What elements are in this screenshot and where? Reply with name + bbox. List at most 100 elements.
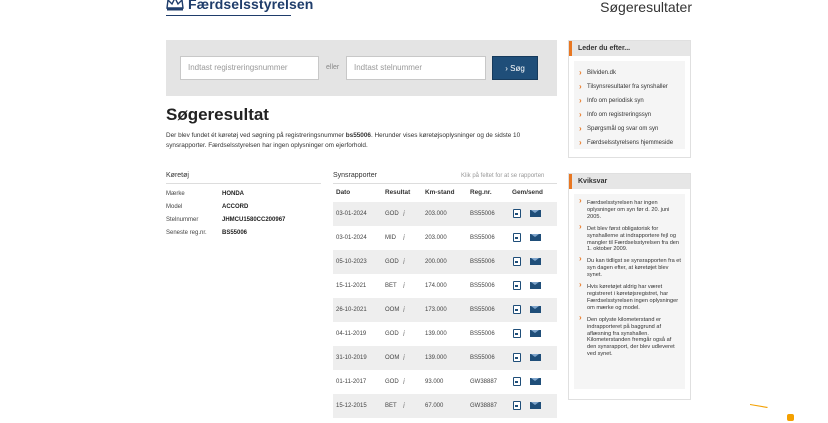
info-icon[interactable]: i — [403, 305, 405, 314]
info-icon[interactable]: i — [403, 209, 405, 218]
info-icon[interactable]: i — [403, 257, 405, 266]
report-reg: GW38887 — [470, 379, 498, 385]
send-email-icon[interactable] — [530, 210, 541, 217]
report-reg: BS55006 — [470, 283, 495, 289]
save-document-icon[interactable] — [513, 281, 521, 290]
vehicle-value: JHMCU1580CC200967 — [222, 217, 286, 223]
report-row[interactable]: 31-10-2019 OOM i 139.000 BS55006 — [333, 346, 557, 370]
save-document-icon[interactable] — [513, 257, 521, 266]
report-date: 03-01-2024 — [336, 235, 367, 241]
page-heading: Søgeresultater — [600, 0, 692, 15]
save-document-icon[interactable] — [513, 233, 521, 242]
info-icon[interactable]: i — [403, 329, 405, 338]
col-date: Dato — [336, 189, 351, 196]
logo-underline — [166, 15, 291, 16]
reports-table-header: Dato Resultat Km-stand Reg.nr. Gem/send — [333, 187, 557, 200]
save-document-icon[interactable] — [513, 353, 521, 362]
report-row[interactable]: 15-11-2021 BET i 174.000 BS55006 — [333, 274, 557, 298]
looking-for-links: Bilviden.dk Tilsynsresultater fra synsha… — [574, 61, 685, 149]
send-email-icon[interactable] — [530, 258, 541, 265]
send-email-icon[interactable] — [530, 306, 541, 313]
site-header: Færdselsstyrelsen Søgeresultater — [0, 0, 828, 22]
col-result: Resultat — [385, 189, 411, 196]
info-icon[interactable]: i — [403, 401, 405, 410]
sidebar-link-periodic-inspection[interactable]: Info om periodisk syn — [578, 95, 681, 109]
or-label: eller — [326, 64, 340, 71]
report-km: 139.000 — [425, 331, 447, 337]
vehicle-value: HONDA — [222, 191, 244, 197]
report-row[interactable]: 15-12-2015 BET i 67.000 GW38887 — [333, 394, 557, 418]
report-date: 01-11-2017 — [336, 379, 367, 385]
report-result: BET — [385, 403, 397, 409]
report-date: 31-10-2019 — [336, 355, 367, 361]
result-desc-reg: bs55006 — [345, 132, 371, 139]
sidebar-link-bilviden[interactable]: Bilviden.dk — [578, 67, 681, 81]
reports-heading: Synsrapporter — [333, 172, 377, 179]
vehicle-label: Model — [166, 204, 183, 210]
send-email-icon[interactable] — [530, 282, 541, 289]
report-row[interactable]: 04-11-2019 GOD i 139.000 BS55006 — [333, 322, 557, 346]
report-result: OOM — [385, 355, 400, 361]
search-button[interactable]: › Søg — [492, 56, 538, 80]
report-result: MID — [385, 235, 396, 241]
report-row[interactable]: 05-10-2023 GOD i 200.000 BS55006 — [333, 250, 557, 274]
info-icon[interactable]: i — [403, 233, 405, 242]
divider — [166, 183, 321, 184]
report-date: 15-11-2021 — [336, 283, 367, 289]
save-document-icon[interactable] — [513, 305, 521, 314]
sidebar-link-faq[interactable]: Spørgsmål og svar om syn — [578, 123, 681, 137]
report-reg: BS55006 — [470, 259, 495, 265]
report-reg: BS55006 — [470, 235, 495, 241]
report-row[interactable]: 26-10-2021 OOM i 173.000 BS55006 — [333, 298, 557, 322]
report-row[interactable]: 01-11-2017 GOD i 93.000 GW38887 — [333, 370, 557, 394]
result-desc-prefix: Der blev fundet ét køretøj ved søgning p… — [166, 132, 346, 139]
save-document-icon[interactable] — [513, 329, 521, 338]
sidebar-link-registration-inspection[interactable]: Info om registreringssyn — [578, 109, 681, 123]
report-reg: BS55006 — [470, 331, 495, 337]
report-km: 67.000 — [425, 403, 444, 409]
reports-table-body: 03-01-2024 GOD i 203.000 BS55006 03-01-2024 MI… — [333, 202, 557, 418]
report-km: 203.000 — [425, 211, 447, 217]
report-result: GOD — [385, 211, 399, 217]
report-km: 200.000 — [425, 259, 447, 265]
info-icon[interactable]: i — [403, 281, 405, 290]
site-logo[interactable]: Færdselsstyrelsen — [166, 0, 313, 12]
save-document-icon[interactable] — [513, 377, 521, 386]
report-reg: BS55006 — [470, 307, 495, 313]
info-icon[interactable]: i — [403, 353, 405, 362]
report-result: GOD — [385, 259, 399, 265]
send-email-icon[interactable] — [530, 234, 541, 241]
quick-answer-item: Færdselsstyrelsen har ingen oplysninger … — [578, 198, 681, 221]
report-row[interactable]: 03-01-2024 GOD i 203.000 BS55006 — [333, 202, 557, 226]
col-reg: Reg.nr. — [470, 189, 492, 196]
vin-input[interactable]: Indtast stelnummer — [346, 56, 486, 80]
send-email-icon[interactable] — [530, 378, 541, 385]
report-row[interactable]: 03-01-2024 MID i 203.000 BS55006 — [333, 226, 557, 250]
vehicle-info-table: Mærke HONDA Model ACCORD Stelnummer JHMC… — [166, 188, 285, 240]
sidebar-link-inspection-results[interactable]: Tilsynsresultater fra synshaller — [578, 81, 681, 95]
send-email-icon[interactable] — [530, 330, 541, 337]
save-document-icon[interactable] — [513, 401, 521, 410]
report-result: GOD — [385, 331, 399, 337]
col-km: Km-stand — [425, 189, 455, 196]
report-km: 174.000 — [425, 283, 447, 289]
registration-number-input[interactable]: Indtast registreringsnummer — [180, 56, 319, 80]
save-document-icon[interactable] — [513, 209, 521, 218]
quick-answers-heading: Kviksvar — [569, 174, 690, 189]
send-email-icon[interactable] — [530, 354, 541, 361]
report-reg: GW38887 — [470, 403, 498, 409]
report-km: 139.000 — [425, 355, 447, 361]
quick-answer-item: Den oplyste kilometerstand er indrapport… — [578, 315, 681, 358]
report-reg: BS55006 — [470, 355, 495, 361]
looking-for-heading: Leder du efter... — [569, 41, 690, 56]
report-result: OOM — [385, 307, 400, 313]
quick-answers-box: Kviksvar Færdselsstyrelsen har ingen opl… — [568, 173, 691, 400]
report-km: 93.000 — [425, 379, 444, 385]
sidebar-link-homepage[interactable]: Færdselsstyrelsens hjemmeside — [578, 137, 681, 151]
info-icon[interactable]: i — [403, 377, 405, 386]
send-email-icon[interactable] — [530, 402, 541, 409]
col-save-send: Gem/send — [512, 189, 543, 196]
report-result: BET — [385, 283, 397, 289]
vehicle-row-vin: Stelnummer JHMCU1580CC200967 — [166, 214, 285, 227]
result-title: Søgeresultat — [166, 105, 269, 124]
